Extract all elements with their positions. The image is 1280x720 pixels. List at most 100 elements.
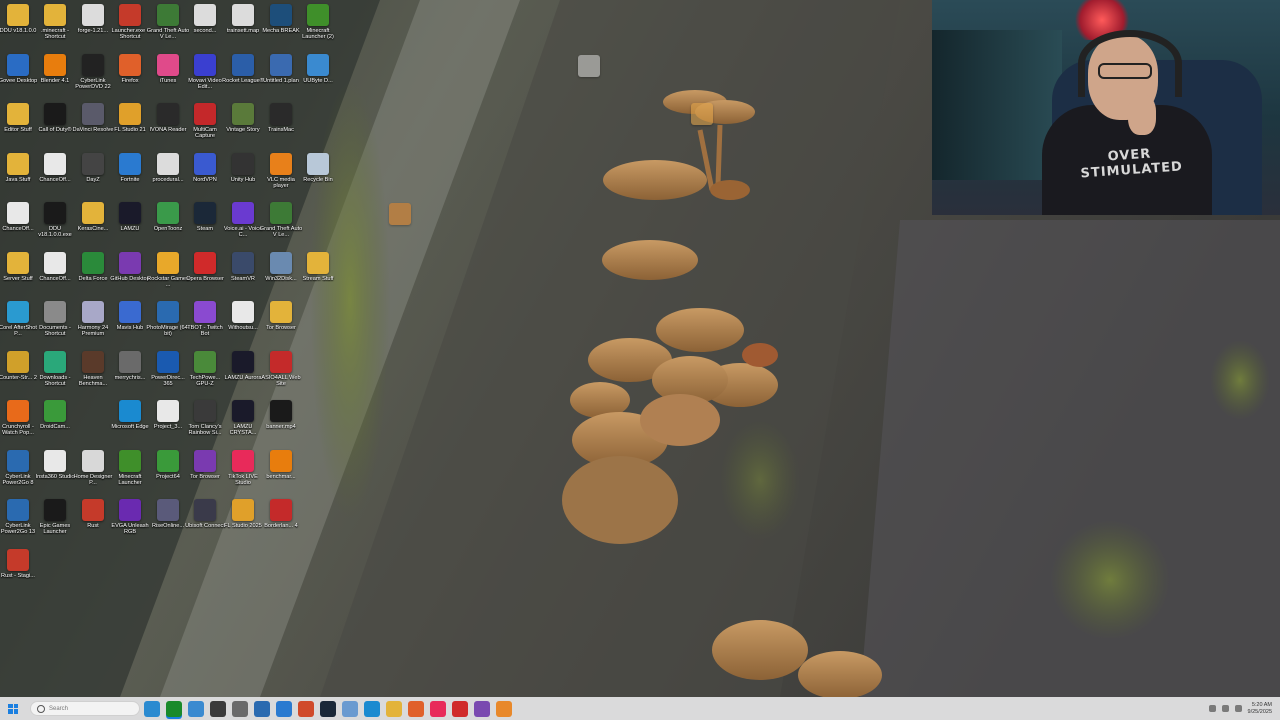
desktop-icon[interactable]: Fortnite bbox=[111, 152, 149, 201]
desktop-icon[interactable]: Project_3... bbox=[149, 400, 187, 448]
desktop-icon[interactable]: Rust bbox=[74, 499, 112, 547]
desktop-icon[interactable]: MultiCam Capture bbox=[186, 103, 224, 151]
desktop-icon[interactable]: second... bbox=[186, 4, 224, 52]
desktop-icon[interactable]: Epic Games Launcher bbox=[36, 499, 74, 547]
desktop-icon[interactable] bbox=[683, 103, 721, 151]
desktop-icon[interactable]: Vintage Story bbox=[224, 103, 262, 151]
desktop-icon[interactable]: Crunchyroll - Watch Pop... bbox=[0, 400, 37, 448]
desktop-icon[interactable] bbox=[570, 55, 608, 103]
desktop-icon[interactable]: TechPowe... GPU-Z bbox=[186, 350, 224, 399]
desktop-icon[interactable]: IVONA Reader bbox=[149, 103, 187, 151]
desktop-icon[interactable]: EVGA Unleash RGB bbox=[111, 499, 149, 547]
tiktok-icon[interactable] bbox=[430, 700, 446, 717]
copilot-icon[interactable] bbox=[144, 700, 160, 717]
desktop-icon[interactable]: Opera Browser bbox=[186, 251, 224, 300]
desktop-icon[interactable]: Rockstar Games ... bbox=[147, 251, 189, 300]
desktop-icon[interactable]: procedural... bbox=[149, 152, 187, 201]
desktop-icon[interactable]: Downloads - Shortcut bbox=[36, 350, 74, 399]
desktop-icon[interactable]: ChanceOff... bbox=[0, 202, 37, 250]
desktop-icon[interactable]: CyberLink PowerDVD 22 bbox=[74, 53, 112, 102]
desktop-icon[interactable]: Rocket League® bbox=[222, 53, 264, 102]
desktop-icon[interactable]: Recycle Bin bbox=[299, 152, 337, 201]
desktop-icon[interactable]: iTunes bbox=[149, 53, 187, 102]
desktop-icon[interactable]: Ubisoft Connect bbox=[185, 499, 225, 547]
desktop-icon[interactable]: SteamVR bbox=[224, 251, 262, 300]
desktop-icon[interactable]: TrainsMac bbox=[262, 103, 300, 151]
desktop-icon[interactable]: Minecraft Launcher bbox=[111, 449, 149, 498]
desktop-icon[interactable]: Harmony 24 Premium bbox=[74, 301, 112, 349]
steam-icon[interactable] bbox=[320, 700, 336, 717]
opera-icon[interactable] bbox=[452, 700, 468, 717]
desktop-icon[interactable]: LAMZU Aurora bbox=[224, 350, 262, 399]
desktop-icon[interactable]: ChanceOff... bbox=[36, 152, 74, 201]
desktop-icon[interactable]: KerasCine... bbox=[74, 202, 112, 250]
obs-icon[interactable] bbox=[210, 700, 226, 717]
desktop-icon[interactable]: Counter-Str... 2 bbox=[0, 350, 37, 399]
paint-icon[interactable] bbox=[298, 700, 314, 717]
desktop-icon[interactable]: Grand Theft Auto V Le... bbox=[260, 202, 302, 250]
desktop-icon[interactable]: Server Stuff bbox=[0, 251, 37, 300]
desktop-icon[interactable]: DroidCam... bbox=[36, 400, 74, 448]
desktop-icon[interactable]: OpenToonz bbox=[149, 202, 187, 250]
desktop-icon[interactable]: Project64 bbox=[149, 449, 187, 498]
desktop-icon[interactable]: LAMZU CRYSTA... bbox=[224, 400, 262, 448]
desktop-icon[interactable]: banner.mp4 bbox=[262, 400, 300, 448]
desktop-icon[interactable]: Untitled 1.plan bbox=[262, 53, 300, 102]
chrome-icon[interactable] bbox=[188, 700, 204, 717]
desktop-icon[interactable]: Documents - Shortcut bbox=[36, 301, 74, 349]
desktop-icon[interactable]: Win32Disk... bbox=[262, 251, 300, 300]
desktop-icon[interactable]: Call of Duty® bbox=[36, 103, 74, 151]
desktop-icon[interactable]: LAMZU bbox=[111, 202, 149, 250]
desktop-icon[interactable]: Withoutsu... bbox=[224, 301, 262, 349]
desktop-icon[interactable]: Java Stuff bbox=[0, 152, 37, 201]
desktop-icon[interactable]: ASIO4ALL Web Site bbox=[261, 350, 301, 399]
desktop-icon[interactable]: FL Studio 2025 bbox=[224, 499, 262, 547]
desktop-icon[interactable]: Delta Force bbox=[74, 251, 112, 300]
desktop-icon[interactable]: RiseOnline... bbox=[149, 499, 187, 547]
store-icon[interactable] bbox=[254, 700, 270, 717]
desktop-icon[interactable]: Insta360 Studio bbox=[36, 449, 74, 498]
desktop-icon[interactable]: Movavi Video Edit... bbox=[186, 53, 224, 102]
desktop-icon[interactable] bbox=[381, 203, 419, 251]
folder-icon[interactable] bbox=[386, 700, 402, 717]
firefox-icon[interactable] bbox=[408, 700, 424, 717]
app-icon[interactable] bbox=[474, 700, 490, 717]
desktop-icon[interactable]: ChanceOff... bbox=[36, 251, 74, 300]
desktop-icon[interactable]: FL Studio 21 bbox=[111, 103, 149, 151]
taskbar-search-box[interactable]: Search bbox=[30, 701, 140, 716]
desktop-icon[interactable]: DDU v18.1.0.0 bbox=[0, 4, 37, 52]
desktop-icon[interactable]: Stream Stuff bbox=[299, 251, 337, 300]
desktop-icon[interactable]: Microsoft Edge bbox=[111, 400, 149, 448]
desktop-icon[interactable]: Mecha BREAK bbox=[262, 4, 300, 52]
desktop-icon[interactable]: Blender 4.1 bbox=[36, 53, 74, 102]
desktop-icon[interactable]: .minecraft - Shortcut bbox=[36, 4, 74, 52]
xbox-icon[interactable] bbox=[166, 700, 182, 717]
desktop-icon[interactable]: Mavis Hub bbox=[111, 301, 149, 349]
desktop-icon[interactable]: UUByte D... bbox=[299, 53, 337, 102]
network-icon[interactable] bbox=[1221, 705, 1229, 712]
desktop-icon[interactable]: CyberLink Power2Go 13 bbox=[0, 499, 37, 547]
desktop-icon[interactable]: Grand Theft Auto V Le... bbox=[147, 4, 189, 52]
desktop-icon[interactable]: benchmar... bbox=[262, 449, 300, 498]
desktop-icon[interactable]: PowerDirec... 365 bbox=[149, 350, 187, 399]
desktop-icon[interactable]: Tom Clancy's Rainbow Si... bbox=[186, 400, 224, 448]
desktop-icon[interactable]: Rust - Stagi... bbox=[0, 548, 37, 597]
desktop-icon[interactable]: Tor Browser bbox=[262, 301, 300, 349]
desktop-icon[interactable]: Voice.ai - Voice C... bbox=[224, 202, 262, 250]
gear-icon[interactable] bbox=[232, 700, 248, 717]
desktop-icon[interactable]: Tor Browser bbox=[186, 449, 224, 498]
chevron-up-icon[interactable] bbox=[1208, 705, 1216, 712]
app-icon[interactable] bbox=[342, 700, 358, 717]
desktop-icon[interactable]: Unity Hub bbox=[224, 152, 262, 201]
desktop-icon[interactable]: Corel AfterShot P... bbox=[0, 301, 37, 349]
desktop-icon[interactable]: Steam bbox=[186, 202, 224, 250]
taskbar-clock[interactable]: 5:20 AM 9/25/2025 bbox=[1248, 702, 1272, 715]
desktop-icon[interactable]: merrychris... bbox=[111, 350, 149, 399]
desktop-icon[interactable]: DayZ bbox=[74, 152, 112, 201]
desktop-icon[interactable]: DDU v18.1.0.0.exe bbox=[36, 202, 74, 250]
desktop-icon[interactable]: GitHub Desktop bbox=[110, 251, 150, 300]
start-button[interactable] bbox=[0, 697, 26, 720]
desktop-icon[interactable]: DaVinci Resolve bbox=[73, 103, 113, 151]
notepad-icon[interactable] bbox=[276, 700, 292, 717]
desktop-icon[interactable]: PhotoMirage (64-bit) bbox=[146, 301, 190, 349]
